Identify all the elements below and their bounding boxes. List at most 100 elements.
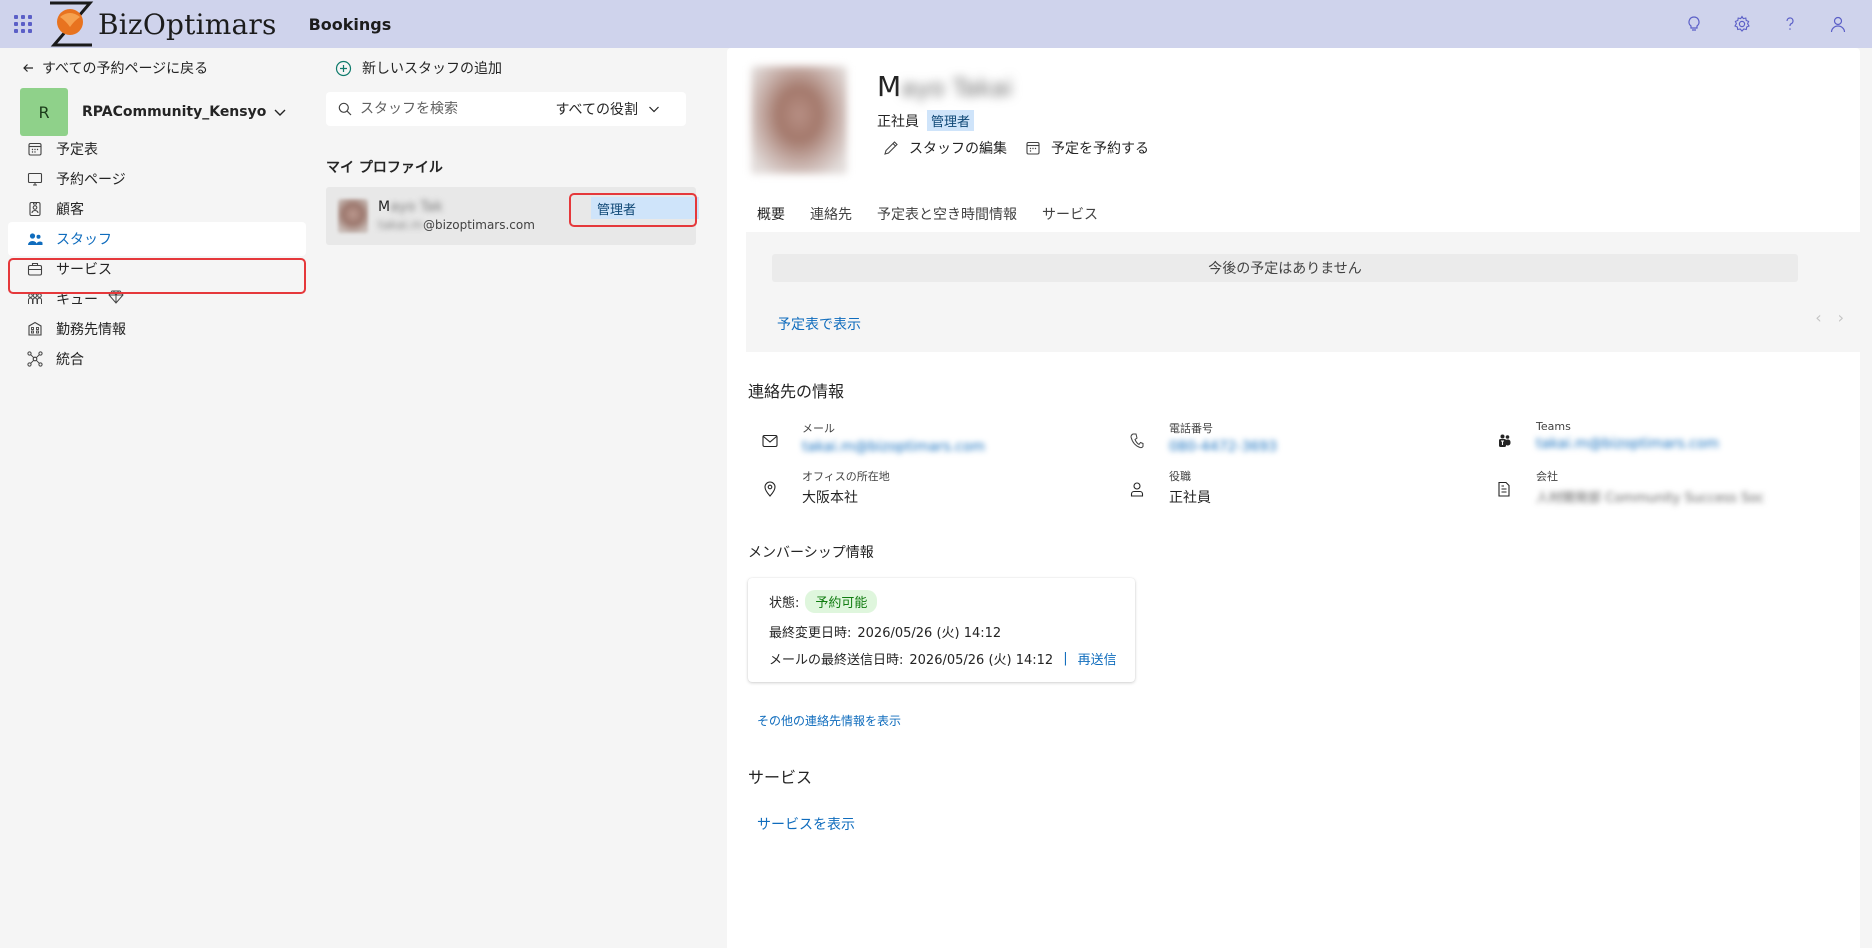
staff-avatar: [338, 199, 368, 233]
tab-contact[interactable]: 連絡先: [810, 204, 852, 234]
tab-calendar-availability[interactable]: 予定表と空き時間情報: [877, 204, 1017, 234]
nav-item-label: スタッフ: [56, 232, 112, 248]
business-selector[interactable]: R RPACommunity_Kensyo: [20, 88, 290, 136]
staff-detail-panel: Mayo Takai 正社員 管理者 スタッフの編集 予定を予約する 概要 連絡…: [727, 48, 1860, 948]
contact-job-title-label: 役職: [1169, 470, 1191, 483]
queue-icon: [26, 290, 44, 308]
chevron-down-icon[interactable]: [270, 102, 290, 122]
nav-item-services[interactable]: サービス: [8, 252, 306, 286]
search-icon: [338, 102, 352, 116]
contact-email-label: メール: [802, 422, 835, 435]
waffle-button[interactable]: [0, 0, 46, 48]
account-button[interactable]: [1814, 0, 1862, 48]
nav-item-calendar[interactable]: 予定表: [8, 132, 306, 166]
lightbulb-button[interactable]: [1670, 0, 1718, 48]
contact-company-value: 人材開発部 Community Success Soc: [1536, 491, 1765, 506]
staff-search-input[interactable]: [360, 101, 550, 117]
location-pin-icon: [748, 466, 792, 512]
building-icon: [26, 320, 44, 338]
contact-card-icon: [26, 200, 44, 218]
contact-teams-value[interactable]: takai.m@bizoptimars.com: [1536, 436, 1719, 452]
profile-actions: スタッフの編集 予定を予約する: [883, 138, 1149, 158]
gear-icon: [1734, 15, 1750, 32]
help-icon: [1786, 17, 1794, 30]
header-actions: [1670, 0, 1862, 48]
nav-item-label: キュー: [56, 292, 98, 308]
tab-overview[interactable]: 概要: [757, 204, 785, 234]
view-in-calendar-link[interactable]: 予定表で表示: [777, 314, 861, 334]
edit-staff-button[interactable]: スタッフの編集: [883, 138, 1007, 158]
business-name: RPACommunity_Kensyo: [82, 104, 267, 120]
membership-sent-row: メールの最終送信日時: 2026/05/26 (火) 14:12 | 再送信: [769, 649, 1117, 668]
nav-item-integrations[interactable]: 統合: [8, 342, 306, 376]
staff-name-initial: M: [378, 199, 391, 215]
profile-employment: 正社員: [877, 113, 919, 130]
contact-office-value: 大阪本社: [802, 490, 858, 506]
book-appointment-button[interactable]: 予定を予約する: [1025, 138, 1149, 158]
business-avatar: R: [20, 88, 68, 136]
brand-logo[interactable]: BizOptimars: [46, 0, 277, 48]
nav-item-label: 顧客: [56, 202, 84, 218]
add-circle-icon: [335, 60, 352, 76]
contact-phone-label: 電話番号: [1169, 422, 1213, 435]
staff-card-me[interactable]: Mayo Tak takai.m@bizoptimars.com 管理者: [326, 187, 699, 245]
chevron-left-icon[interactable]: ‹: [1815, 308, 1821, 327]
nav-item-label: 予約ページ: [56, 172, 126, 188]
profile-tabs: 概要 連絡先 予定表と空き時間情報 サービス: [757, 204, 1098, 234]
add-staff-label: 新しいスタッフの追加: [362, 61, 502, 77]
profile-name-initial: M: [877, 70, 902, 103]
help-button[interactable]: [1766, 0, 1814, 48]
separator: |: [1063, 651, 1068, 666]
waffle-icon: [14, 15, 32, 33]
brand-logo-mark-icon: [46, 1, 96, 47]
profile-admin-badge: 管理者: [927, 110, 975, 131]
profile-photo: [751, 66, 847, 174]
contact-job-title-value: 正社員: [1169, 490, 1211, 506]
pencil-icon: [884, 141, 898, 155]
sent-label: メールの最終送信日時:: [769, 653, 904, 668]
lightbulb-icon: [1688, 16, 1700, 31]
modified-label: 最終変更日時:: [769, 626, 852, 641]
mail-icon: [748, 418, 792, 464]
premium-diamond-icon: [108, 290, 124, 308]
people-icon: [26, 230, 44, 248]
membership-modified-row: 最終変更日時: 2026/05/26 (火) 14:12: [769, 622, 1001, 641]
sent-value: 2026/05/26 (火) 14:12: [909, 653, 1054, 668]
staff-name-redacted: ayo Tak: [390, 199, 443, 215]
nav-item-business-info[interactable]: 勤務先情報: [8, 312, 306, 346]
staff-email-domain: @bizoptimars.com: [423, 218, 535, 232]
nav-item-staff[interactable]: スタッフ: [8, 222, 306, 256]
tab-services[interactable]: サービス: [1042, 204, 1098, 234]
show-services-link[interactable]: サービスを表示: [757, 814, 855, 834]
contact-phone: 電話番号 080-4472-3693: [1115, 418, 1455, 464]
briefcase-icon: [26, 260, 44, 278]
my-profile-heading: マイ プロファイル: [326, 160, 443, 176]
back-to-booking-pages-link[interactable]: すべての予約ページに戻る: [22, 58, 208, 78]
nav-item-booking-page[interactable]: 予約ページ: [8, 162, 306, 196]
app-name[interactable]: Bookings: [309, 15, 392, 34]
back-link-label: すべての予約ページに戻る: [42, 61, 209, 77]
integration-icon: [26, 350, 44, 368]
role-filter-dropdown[interactable]: すべての役割: [556, 99, 660, 119]
resend-link[interactable]: 再送信: [1078, 649, 1117, 668]
upcoming-appointments: 今後の予定はありません 予定表で表示 ‹ ›: [746, 232, 1860, 352]
settings-button[interactable]: [1718, 0, 1766, 48]
nav-item-label: 統合: [56, 352, 84, 368]
membership-status-label: 状態:: [769, 596, 800, 611]
person-icon: [1115, 466, 1159, 512]
status-badge: 予約可能: [805, 590, 878, 613]
add-staff-button[interactable]: 新しいスタッフの追加: [335, 58, 502, 78]
contact-email-value[interactable]: takai.m@bizoptimars.com: [802, 439, 985, 455]
appointment-pager: ‹ ›: [1815, 308, 1844, 327]
nav-item-customers[interactable]: 顧客: [8, 192, 306, 226]
contact-office: オフィスの所在地 大阪本社: [748, 466, 1088, 512]
contact-email: メール takai.m@bizoptimars.com: [748, 418, 1088, 464]
chevron-down-icon: [649, 106, 659, 113]
chevron-right-icon[interactable]: ›: [1838, 308, 1844, 327]
services-heading: サービス: [748, 768, 813, 787]
show-more-contact-link[interactable]: その他の連絡先情報を表示: [757, 712, 901, 729]
membership-status-row: 状態: 予約可能: [769, 590, 878, 613]
contact-phone-value[interactable]: 080-4472-3693: [1169, 439, 1277, 455]
nav-item-queue[interactable]: キュー: [8, 282, 306, 316]
nav-item-label: 勤務先情報: [56, 322, 126, 338]
